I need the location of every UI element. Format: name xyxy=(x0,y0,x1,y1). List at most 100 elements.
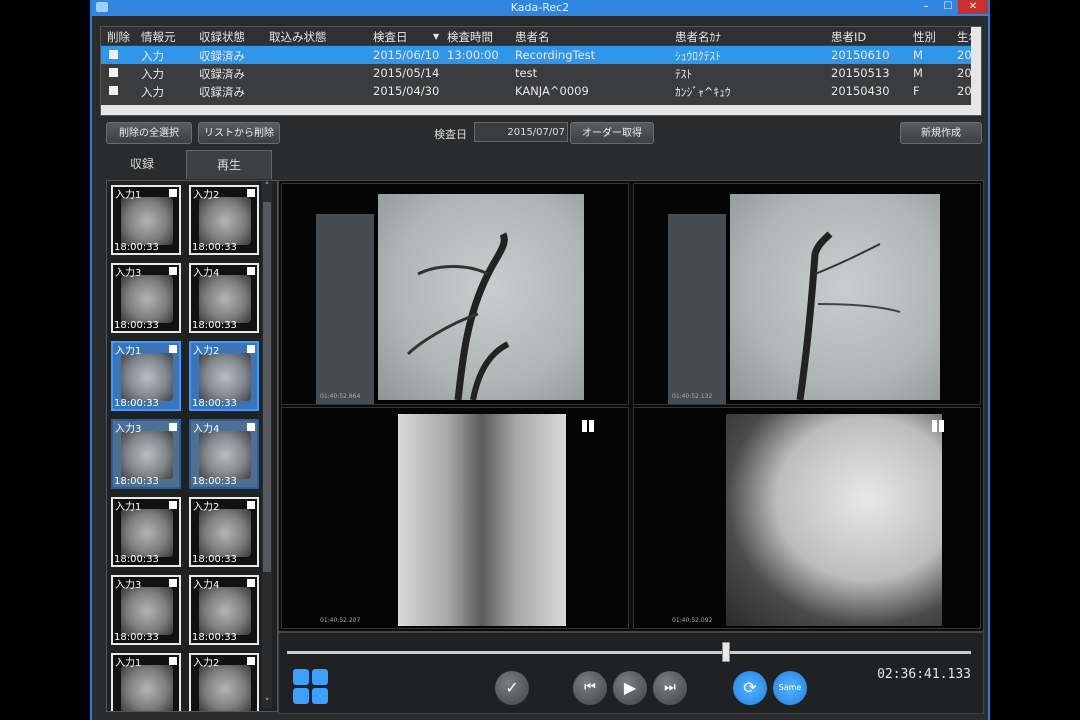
tab-playback[interactable]: 再生 xyxy=(186,150,272,179)
thumbnail-item[interactable]: 入力1 18:00:33 xyxy=(111,185,181,255)
thumbnail-label: 入力2 xyxy=(193,190,220,201)
thumbnail-checkbox[interactable] xyxy=(169,189,177,197)
row-date: 2015/05/14 xyxy=(373,66,440,80)
tab-record[interactable]: 収録 xyxy=(100,150,184,178)
thumbnail-item[interactable]: 入力3 18:00:33 xyxy=(111,575,181,645)
close-button[interactable]: ✕ xyxy=(958,0,988,14)
row-sex: M xyxy=(913,66,923,80)
col-import[interactable]: 取込み状態 xyxy=(269,29,327,45)
same-button[interactable]: Same xyxy=(773,671,807,705)
thumbnail-checkbox[interactable] xyxy=(169,267,177,275)
thumbnail-item[interactable]: 入力2 18:00:33 xyxy=(189,185,259,255)
scroll-thumb[interactable] xyxy=(263,202,271,572)
thumbnail-checkbox[interactable] xyxy=(169,657,177,665)
thumbnail-item[interactable]: 入力1 18:00:33 xyxy=(111,341,181,411)
minimize-button[interactable]: – xyxy=(916,0,936,14)
thumbnail-image xyxy=(199,353,251,401)
seek-bar-thumb[interactable] xyxy=(721,642,730,662)
thumbnail-image xyxy=(199,509,251,557)
thumbnail-image xyxy=(121,353,173,401)
thumbnail-checkbox[interactable] xyxy=(169,579,177,587)
sync-button[interactable]: ⟳ xyxy=(733,671,767,705)
col-date[interactable]: 検査日 xyxy=(373,29,408,45)
delete-checkbox[interactable] xyxy=(109,68,118,77)
row-kana: ﾃｽﾄ xyxy=(675,67,693,81)
col-time[interactable]: 検査時間 xyxy=(447,29,493,45)
col-source[interactable]: 情報元 xyxy=(141,29,176,45)
thumbnail-scrollbar[interactable]: ˄ ˅ xyxy=(262,182,272,708)
sort-down-icon[interactable]: ▼ xyxy=(433,32,439,41)
col-id[interactable]: 患者ID xyxy=(831,29,866,45)
col-delete[interactable]: 削除 xyxy=(107,29,130,45)
row-sex: F xyxy=(913,84,920,98)
thumbnail-checkbox[interactable] xyxy=(169,423,177,431)
layout-grid-button[interactable] xyxy=(293,669,329,705)
thumbnail-item[interactable]: 入力4 18:00:33 xyxy=(189,263,259,333)
thumbnail-item[interactable]: 入力2 18:00:33 xyxy=(189,653,259,711)
vessel-drawing xyxy=(796,231,901,401)
thumbnail-image xyxy=(121,275,173,323)
maximize-button[interactable]: ☐ xyxy=(938,0,958,14)
thumbnail-checkbox[interactable] xyxy=(247,657,255,665)
thumbnail-item[interactable]: 入力1 18:00:33 xyxy=(111,497,181,567)
vertical-scrollbar[interactable] xyxy=(971,27,981,115)
thumbnail-checkbox[interactable] xyxy=(247,423,255,431)
exam-date-field[interactable]: 2015/07/07 xyxy=(474,122,568,142)
table-row[interactable]: 入力 収録済み 2015/06/10 13:00:00 RecordingTes… xyxy=(101,46,979,64)
viewer-pane-4[interactable]: 01:40:52.092 xyxy=(633,407,981,629)
chevron-up-icon[interactable]: ˄ xyxy=(262,182,272,192)
viewer-pane-1[interactable]: 01:40:52.864 xyxy=(281,183,629,405)
viewer-pane-3[interactable]: 01:40:52.207 xyxy=(281,407,629,629)
table-row[interactable]: 入力 収録済み 2015/04/30 KANJA^0009 ｶﾝｼﾞｬ^ｷｭｳ … xyxy=(101,82,979,100)
confirm-button[interactable]: ✓ xyxy=(495,671,529,705)
col-name[interactable]: 患者名 xyxy=(515,29,550,45)
thumbnail-checkbox[interactable] xyxy=(247,189,255,197)
thumbnail-item[interactable]: 入力2 18:00:33 xyxy=(189,497,259,567)
thumbnail-time: 18:00:33 xyxy=(192,398,237,409)
chevron-down-icon[interactable]: ˅ xyxy=(262,698,272,708)
col-sex[interactable]: 性別 xyxy=(913,29,936,45)
thumbnail-checkbox[interactable] xyxy=(169,345,177,353)
row-id: 20150513 xyxy=(831,66,890,80)
thumbnail-time: 18:00:33 xyxy=(192,320,237,331)
thumbnail-item[interactable]: 入力4 18:00:33 xyxy=(189,419,259,489)
thumbnail-checkbox[interactable] xyxy=(247,345,255,353)
thumbnail-item[interactable]: 入力4 18:00:33 xyxy=(189,575,259,645)
thumbnail-checkbox[interactable] xyxy=(247,501,255,509)
new-create-button[interactable]: 新規作成 xyxy=(900,122,982,144)
thumbnail-item[interactable]: 入力3 18:00:33 xyxy=(111,263,181,333)
delete-checkbox[interactable] xyxy=(109,86,118,95)
play-button[interactable]: ▶ xyxy=(613,671,647,705)
thumbnail-label: 入力3 xyxy=(115,580,142,591)
remove-from-list-button[interactable]: リストから削除 xyxy=(198,122,280,144)
table-row[interactable]: 入力 収録済み 2015/05/14 test ﾃｽﾄ 20150513 M 2… xyxy=(101,64,979,82)
pane-time: 01:40:52.092 xyxy=(672,617,713,624)
viewer-pane-2[interactable]: 01:40:52.132 xyxy=(633,183,981,405)
thumbnail-checkbox[interactable] xyxy=(169,501,177,509)
thumbnail-checkbox[interactable] xyxy=(247,579,255,587)
col-kana[interactable]: 患者名ｶﾅ xyxy=(675,29,721,45)
order-fetch-button[interactable]: オーダー取得 xyxy=(570,122,654,144)
thumbnail-time: 18:00:33 xyxy=(114,476,159,487)
thumbnail-label: 入力1 xyxy=(115,658,142,669)
grid-icon[interactable] xyxy=(932,420,944,432)
grid-icon[interactable] xyxy=(582,420,594,432)
thumbnail-time: 18:00:33 xyxy=(192,710,237,711)
delete-checkbox[interactable] xyxy=(109,50,118,59)
seek-bar-track[interactable] xyxy=(287,651,971,654)
thumbnail-time: 18:00:33 xyxy=(114,242,159,253)
skip-forward-button[interactable]: ⏭ xyxy=(653,671,687,705)
thumbnail-time: 18:00:33 xyxy=(114,710,159,711)
thumbnail-item[interactable]: 入力1 18:00:33 xyxy=(111,653,181,711)
thumbnail-item[interactable]: 入力3 18:00:33 xyxy=(111,419,181,489)
horizontal-scrollbar[interactable] xyxy=(101,105,971,115)
row-date: 2015/04/30 xyxy=(373,84,440,98)
thumbnail-time: 18:00:33 xyxy=(192,242,237,253)
thumbnail-item[interactable]: 入力2 18:00:33 xyxy=(189,341,259,411)
thumbnail-image xyxy=(199,431,251,479)
row-status: 収録済み xyxy=(199,49,245,63)
col-status[interactable]: 収録状態 xyxy=(199,29,245,45)
thumbnail-checkbox[interactable] xyxy=(247,267,255,275)
select-all-delete-button[interactable]: 削除の全選択 xyxy=(106,122,192,144)
skip-back-button[interactable]: ⏮ xyxy=(573,671,607,705)
